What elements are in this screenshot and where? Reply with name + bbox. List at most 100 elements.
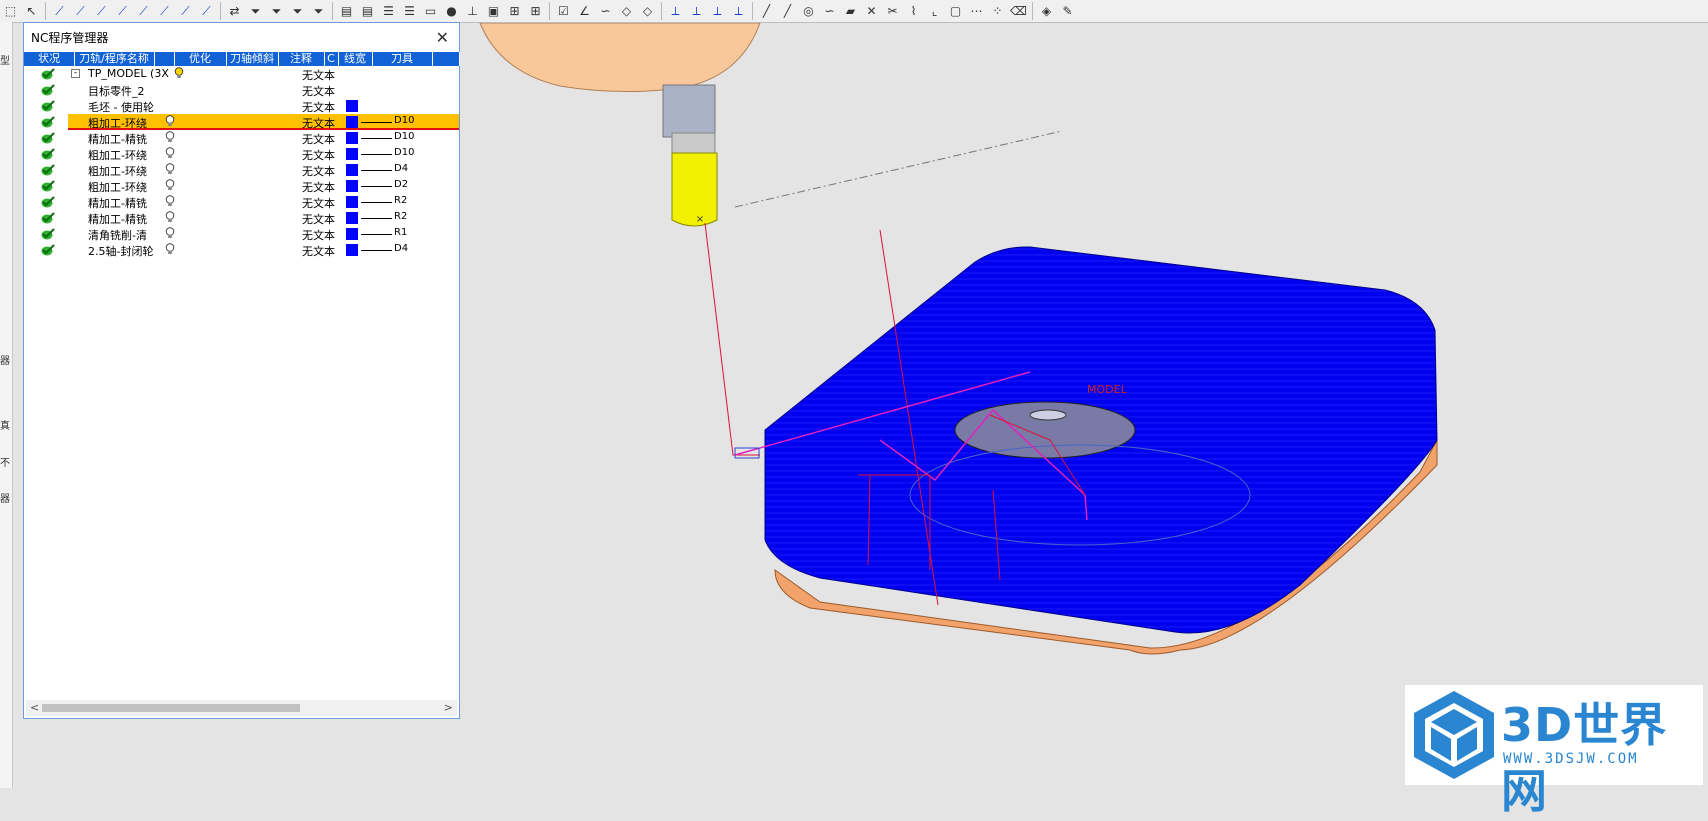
tree-icon[interactable]: ⊞ xyxy=(505,2,524,20)
pen-icon[interactable]: ✎ xyxy=(1058,2,1077,20)
cross-icon[interactable]: ✕ xyxy=(862,2,881,20)
color-swatch[interactable] xyxy=(346,100,358,112)
table-row[interactable]: 粗加工-环绕 无文本 D2 xyxy=(24,178,459,194)
lightbulb-icon[interactable] xyxy=(174,67,184,79)
table-row[interactable]: - TP_MODEL (3X 无文本 xyxy=(24,66,459,82)
column-header[interactable]: C xyxy=(324,52,339,66)
column-header[interactable]: 优化 xyxy=(174,52,227,66)
corner-icon[interactable]: ⌞ xyxy=(925,2,944,20)
color-swatch[interactable] xyxy=(346,116,358,128)
pointer-icon[interactable]: ↖ xyxy=(22,2,41,20)
lightbulb-icon[interactable] xyxy=(165,131,175,143)
surface-icon[interactable]: ◇ xyxy=(638,2,657,20)
cut-icon[interactable]: ✂ xyxy=(883,2,902,20)
lightbulb-icon[interactable] xyxy=(165,163,175,175)
column-header[interactable]: 状况 xyxy=(24,52,75,66)
table-row[interactable]: 粗加工-环绕 无文本 D4 xyxy=(24,162,459,178)
axis-icon[interactable]: ⟂ xyxy=(666,2,685,20)
curve-icon[interactable]: ∽ xyxy=(596,2,615,20)
plane-icon[interactable]: ▰ xyxy=(841,2,860,20)
color-swatch[interactable] xyxy=(346,244,358,256)
tool-icon[interactable]: ⊥ xyxy=(463,2,482,20)
tree-collapse-icon[interactable]: - xyxy=(71,69,80,78)
box-icon[interactable]: ▣ xyxy=(484,2,503,20)
strip-label: 型 xyxy=(0,56,10,67)
column-header[interactable]: 刀轴倾斜 xyxy=(226,52,279,66)
column-header[interactable] xyxy=(154,52,175,66)
comment-icon[interactable]: ▭ xyxy=(421,2,440,20)
swap-icon[interactable]: ⇄ xyxy=(225,2,244,20)
table-row[interactable]: 粗加工-环绕 无文本 D10 xyxy=(24,114,459,130)
axis-icon[interactable]: ⟂ xyxy=(708,2,727,20)
toolpath-icon[interactable]: ⟋ xyxy=(71,2,90,20)
column-header[interactable] xyxy=(432,52,460,66)
line-icon[interactable]: ╱ xyxy=(757,2,776,20)
line-icon[interactable]: ╱ xyxy=(778,2,797,20)
lightbulb-icon[interactable] xyxy=(165,243,175,255)
toolpath-icon[interactable]: ⟋ xyxy=(50,2,69,20)
table-row[interactable]: 精加工-精铣 无文本 R2 xyxy=(24,194,459,210)
color-swatch[interactable] xyxy=(346,180,358,192)
column-header[interactable]: 刀轨/程序名称 xyxy=(74,52,155,66)
xyz-icon[interactable]: ⋯ xyxy=(967,2,986,20)
lightbulb-icon[interactable] xyxy=(165,147,175,159)
scroll-right-icon[interactable]: > xyxy=(444,701,453,714)
select-icon[interactable]: ⬚ xyxy=(1,2,20,20)
filter-icon[interactable]: ⏷ xyxy=(309,2,328,20)
tree-icon[interactable]: ⊞ xyxy=(526,2,545,20)
table-row[interactable]: 2.5轴-封闭轮 无文本 D4 xyxy=(24,242,459,258)
trim-icon[interactable]: ⌇ xyxy=(904,2,923,20)
book-icon[interactable]: ▤ xyxy=(337,2,356,20)
table-row[interactable]: 粗加工-环绕 无文本 D10 xyxy=(24,146,459,162)
nodes-icon[interactable]: ⁘ xyxy=(988,2,1007,20)
lightbulb-icon[interactable] xyxy=(165,195,175,207)
color-swatch[interactable] xyxy=(346,212,358,224)
toolpath-icon[interactable]: ⟋ xyxy=(155,2,174,20)
toolpath-icon[interactable]: ⟋ xyxy=(113,2,132,20)
scroll-left-icon[interactable]: < xyxy=(30,701,39,714)
filter-icon[interactable]: ⏷ xyxy=(288,2,307,20)
axis-icon[interactable]: ⟂ xyxy=(687,2,706,20)
color-swatch[interactable] xyxy=(346,132,358,144)
filter-icon[interactable]: ⏷ xyxy=(246,2,265,20)
color-swatch[interactable] xyxy=(346,196,358,208)
eraser-icon[interactable]: ⌫ xyxy=(1009,2,1028,20)
filter-icon[interactable]: ⏷ xyxy=(267,2,286,20)
table-row[interactable]: 目标零件_2 无文本 xyxy=(24,82,459,98)
lightbulb-icon[interactable] xyxy=(165,227,175,239)
column-header[interactable]: 线宽 xyxy=(338,52,373,66)
circle-icon[interactable]: ◎ xyxy=(799,2,818,20)
angle-icon[interactable]: ∠ xyxy=(575,2,594,20)
color-swatch[interactable] xyxy=(346,228,358,240)
check-icon[interactable]: ☑ xyxy=(554,2,573,20)
color-swatch[interactable] xyxy=(346,148,358,160)
sphere-icon[interactable]: ● xyxy=(442,2,461,20)
toolpath-icon[interactable]: ⟋ xyxy=(134,2,153,20)
table-row[interactable]: 毛坯 - 使用轮 无文本 xyxy=(24,98,459,114)
list-icon[interactable]: ☰ xyxy=(379,2,398,20)
surface-icon[interactable]: ◇ xyxy=(617,2,636,20)
close-icon[interactable]: ✕ xyxy=(436,28,449,47)
axis-icon[interactable]: ⟂ xyxy=(729,2,748,20)
nc-program-manager-window[interactable]: NC程序管理器 ✕ 状况 刀轨/程序名称 优化 刀轴倾斜 注释 C 线宽 刀具 - TP_MOD… xyxy=(23,22,460,719)
column-header[interactable]: 注释 xyxy=(278,52,325,66)
lightbulb-icon[interactable] xyxy=(165,211,175,223)
curve-icon[interactable]: ∽ xyxy=(820,2,839,20)
lightbulb-icon[interactable] xyxy=(165,115,175,127)
toolpath-icon[interactable]: ⟋ xyxy=(92,2,111,20)
view-icon[interactable]: ◈ xyxy=(1037,2,1056,20)
horizontal-scrollbar[interactable]: < > xyxy=(26,700,457,716)
lightbulb-icon[interactable] xyxy=(165,179,175,191)
toolpath-icon[interactable]: ⟋ xyxy=(176,2,195,20)
column-header[interactable]: 刀具 xyxy=(372,52,433,66)
table-row[interactable]: 清角铣削-清 无文本 R1 xyxy=(24,226,459,242)
scrollbar-thumb[interactable] xyxy=(42,704,300,712)
table-row[interactable]: 精加工-精铣 无文本 R2 xyxy=(24,210,459,226)
color-swatch[interactable] xyxy=(346,164,358,176)
book-icon[interactable]: ▤ xyxy=(358,2,377,20)
table-row[interactable]: 精加工-精铣 无文本 D10 xyxy=(24,130,459,146)
list-icon[interactable]: ☰ xyxy=(400,2,419,20)
toolpath-icon[interactable]: ⟋ xyxy=(197,2,216,20)
frame-icon[interactable]: ▢ xyxy=(946,2,965,20)
status-check-icon xyxy=(41,212,55,224)
